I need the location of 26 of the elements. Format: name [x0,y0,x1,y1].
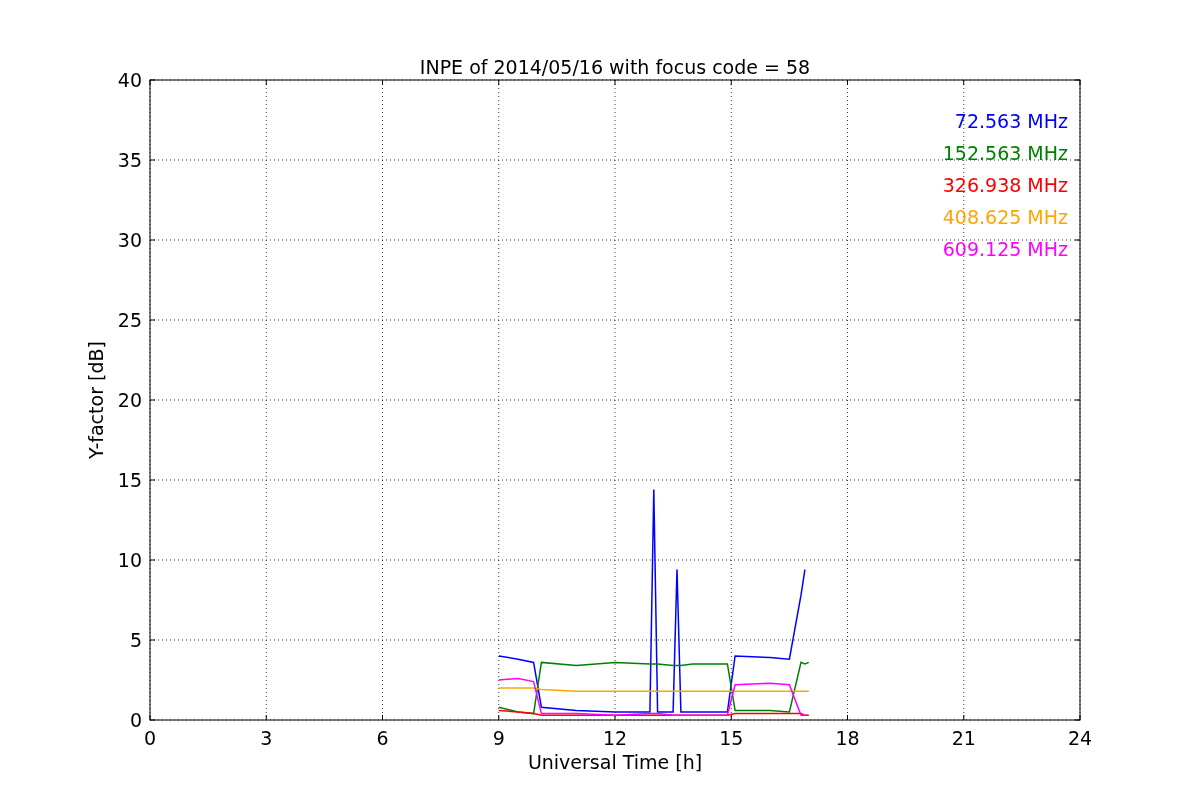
y-tick-label: 25 [117,309,142,331]
x-tick-label: 12 [602,727,628,749]
legend-label: 152.563 MHz [942,142,1068,164]
y-tick-label: 5 [129,629,142,651]
legend-label: 326.938 MHz [942,174,1068,196]
x-tick-label: 21 [951,727,976,749]
y-tick-label: 30 [117,229,142,251]
x-tick-label: 3 [260,727,273,749]
legend-label: 609.125 MHz [942,238,1068,260]
x-tick-label: 9 [492,727,505,749]
x-tick-label: 15 [719,727,744,749]
x-tick-label: 24 [1067,727,1093,749]
legend-label: 408.625 MHz [942,206,1068,228]
x-tick-label: 18 [835,727,860,749]
y-tick-label: 10 [117,549,142,571]
y-axis-label: Y-factor [dB] [85,341,107,459]
y-tick-label: 40 [117,69,142,91]
y-tick-label: 15 [117,469,142,491]
chart-title: INPE of 2014/05/16 with focus code = 58 [419,56,811,78]
x-axis-label: Universal Time [h] [527,751,703,773]
y-tick-label: 35 [117,149,142,171]
x-tick-label: 0 [143,727,157,749]
y-tick-label: 0 [129,709,142,731]
y-tick-label: 20 [117,389,142,411]
x-tick-label: 6 [376,727,389,749]
legend-label: 72.563 MHz [954,110,1068,132]
